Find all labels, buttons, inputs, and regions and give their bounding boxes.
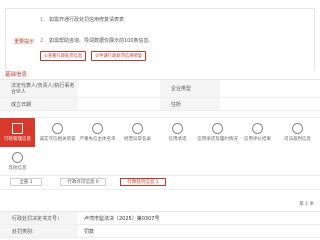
established-date-value	[84, 98, 154, 110]
handshake-icon	[212, 123, 223, 134]
established-date-label: 成立日期	[0, 98, 78, 110]
category-credit-promise[interactable]: 信用承诺	[160, 118, 195, 147]
tab-admin-license[interactable]: 行政许可信息 0	[60, 178, 106, 186]
document-icon	[12, 123, 23, 134]
view-penalty-button[interactable]: ①查看行政处罚信息	[40, 51, 87, 61]
important-notes: 1. 如需开通行政处罚信用修复请表表 2. 如需帮助咨询、导润数据仅展示前100条信…	[5, 8, 315, 70]
decision-number-value: 卢湾市监法决〔2025〕第0307号	[84, 215, 160, 222]
category-other-info[interactable]: 其他信息	[0, 147, 35, 176]
enterprise-type-value	[225, 80, 315, 97]
penalty-detail-table: 行政处罚决定书文号： 卢湾市监法决〔2025〕第0307号 处罚类别： 罚款	[0, 211, 320, 238]
basic-row: 成立日期 住所	[0, 98, 320, 111]
notes-actions: ①查看行政处罚信息 ②申请行政处罚信用修复	[40, 51, 147, 61]
note-item-2: 2. 如需帮助咨询、导润数据仅展示前100条信息。	[40, 38, 154, 44]
category-honor[interactable]: 诚实守信相关荣誉	[40, 118, 76, 147]
info-icon	[12, 152, 23, 163]
alert-icon	[132, 123, 143, 134]
category-grid: 行政管理信息 诚实守信相关荣誉 严重失信主体名单 经营异常名录 信用承诺 信用承…	[0, 117, 320, 176]
apply-credit-repair-button[interactable]: ②申请行政处罚信用修复	[91, 51, 147, 61]
basic-row: 法定代表人/负责人/执行事务合伙人 企业类型	[0, 80, 320, 98]
basic-info-title: 基础信息	[5, 72, 28, 78]
legal-rep-value	[84, 80, 154, 97]
notes-label: 重要提示	[14, 39, 35, 45]
address-value	[225, 98, 315, 110]
record-pager: 第 1 条	[299, 202, 314, 207]
category-judicial[interactable]: 司法裁判信息	[280, 118, 315, 147]
star-icon	[252, 123, 263, 134]
gavel-icon	[292, 123, 303, 134]
info-tabs: 全部 1 行政许可信息 0 行政处罚信息 1	[0, 178, 320, 190]
note-item-1: 1. 如需开通行政处罚信用修复请表表	[40, 17, 125, 23]
category-promise-performance[interactable]: 信用承诺及履约情况	[197, 118, 238, 147]
category-credit-evaluation[interactable]: 信用评价结果	[240, 118, 275, 147]
basic-info-table: 法定代表人/负责人/执行事务合伙人 企业类型 成立日期 住所	[0, 79, 320, 111]
legal-rep-label: 法定代表人/负责人/执行事务合伙人	[0, 80, 78, 97]
penalty-type-value: 罚款	[84, 228, 95, 235]
detail-row: 行政处罚决定书文号： 卢湾市监法决〔2025〕第0307号	[0, 212, 320, 225]
warning-icon	[92, 123, 103, 134]
tabs-divider	[0, 189, 320, 190]
category-dishonest-list[interactable]: 严重失信主体名单	[80, 118, 116, 147]
category-abnormal-list[interactable]: 经营异常名录	[120, 118, 155, 147]
medal-icon	[52, 123, 63, 134]
tab-all[interactable]: 全部 1	[10, 178, 42, 186]
enterprise-type-label: 企业类型	[160, 80, 220, 97]
address-label: 住所	[160, 98, 220, 110]
tab-admin-penalty[interactable]: 行政处罚信息 1	[120, 178, 166, 186]
category-admin-info[interactable]: 行政管理信息	[0, 118, 35, 147]
decision-number-label: 行政处罚决定书文号：	[0, 212, 78, 224]
promise-icon	[172, 123, 183, 134]
detail-row: 处罚类别： 罚款	[0, 225, 320, 238]
penalty-type-label: 处罚类别：	[0, 225, 78, 237]
